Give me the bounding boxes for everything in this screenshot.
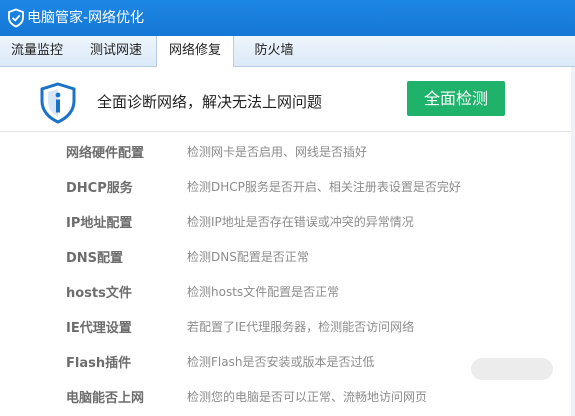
item-name: 网络硬件配置 — [66, 146, 145, 161]
scrollbar-track[interactable] — [571, 67, 575, 416]
list-item: 电脑能否上网 检测您的电脑是否可以正常、流畅地访问网页 — [0, 377, 575, 412]
watermark-badge — [471, 358, 553, 380]
item-name: 电脑能否上网 — [66, 391, 145, 406]
tab-traffic-monitor[interactable]: 流量监控 — [0, 36, 74, 66]
item-description: 检测hosts文件配置是否正常 — [187, 285, 340, 299]
item-name: Flash插件 — [66, 356, 132, 371]
item-description: 检测DNS配置是否正常 — [187, 250, 309, 264]
list-item: IP地址配置 检测IP地址是否存在错误或冲突的异常情况 — [0, 202, 575, 237]
shield-info-icon — [40, 82, 76, 124]
diagnose-header: 全面诊断网络，解决无法上网问题 全面检测 — [0, 67, 575, 132]
item-name: DNS配置 — [66, 251, 124, 266]
network-optimizer-window: 电脑管家-网络优化 流量监控 测试网速 网络修复 防火墙 全面诊断网络，解决无法… — [0, 0, 575, 416]
list-item: hosts文件 检测hosts文件配置是否正常 — [0, 272, 575, 307]
item-name: hosts文件 — [66, 286, 132, 301]
item-name: IE代理设置 — [66, 321, 132, 336]
item-description: 检测网卡是否启用、网线是否插好 — [187, 145, 368, 159]
tab-speed-test[interactable]: 测试网速 — [78, 36, 154, 66]
item-description: 检测DHCP服务是否开启、相关注册表设置是否完好 — [187, 180, 461, 194]
tab-network-repair[interactable]: 网络修复 — [156, 36, 234, 67]
title-bar[interactable]: 电脑管家-网络优化 — [0, 0, 575, 36]
item-name: DHCP服务 — [66, 181, 133, 196]
item-description: 检测IP地址是否存在错误或冲突的异常情况 — [187, 215, 414, 229]
tab-bar: 流量监控 测试网速 网络修复 防火墙 — [0, 36, 575, 67]
window-title: 电脑管家-网络优化 — [27, 10, 145, 26]
tab-firewall[interactable]: 防火墙 — [236, 36, 312, 66]
list-item: 网络硬件配置 检测网卡是否启用、网线是否插好 — [0, 132, 575, 167]
list-item: IE代理设置 若配置了IE代理服务器，检测能否访问网络 — [0, 307, 575, 342]
full-scan-button[interactable]: 全面检测 — [407, 81, 505, 116]
item-description: 检测Flash是否安装或版本是否过低 — [187, 355, 375, 369]
list-item: DHCP服务 检测DHCP服务是否开启、相关注册表设置是否完好 — [0, 167, 575, 202]
list-item: DNS配置 检测DNS配置是否正常 — [0, 237, 575, 272]
diagnose-description: 全面诊断网络，解决无法上网问题 — [97, 93, 323, 111]
item-name: IP地址配置 — [66, 216, 133, 231]
item-description: 检测您的电脑是否可以正常、流畅地访问网页 — [187, 390, 428, 404]
shield-check-icon — [8, 8, 24, 28]
item-description: 若配置了IE代理服务器，检测能否访问网络 — [187, 320, 415, 334]
